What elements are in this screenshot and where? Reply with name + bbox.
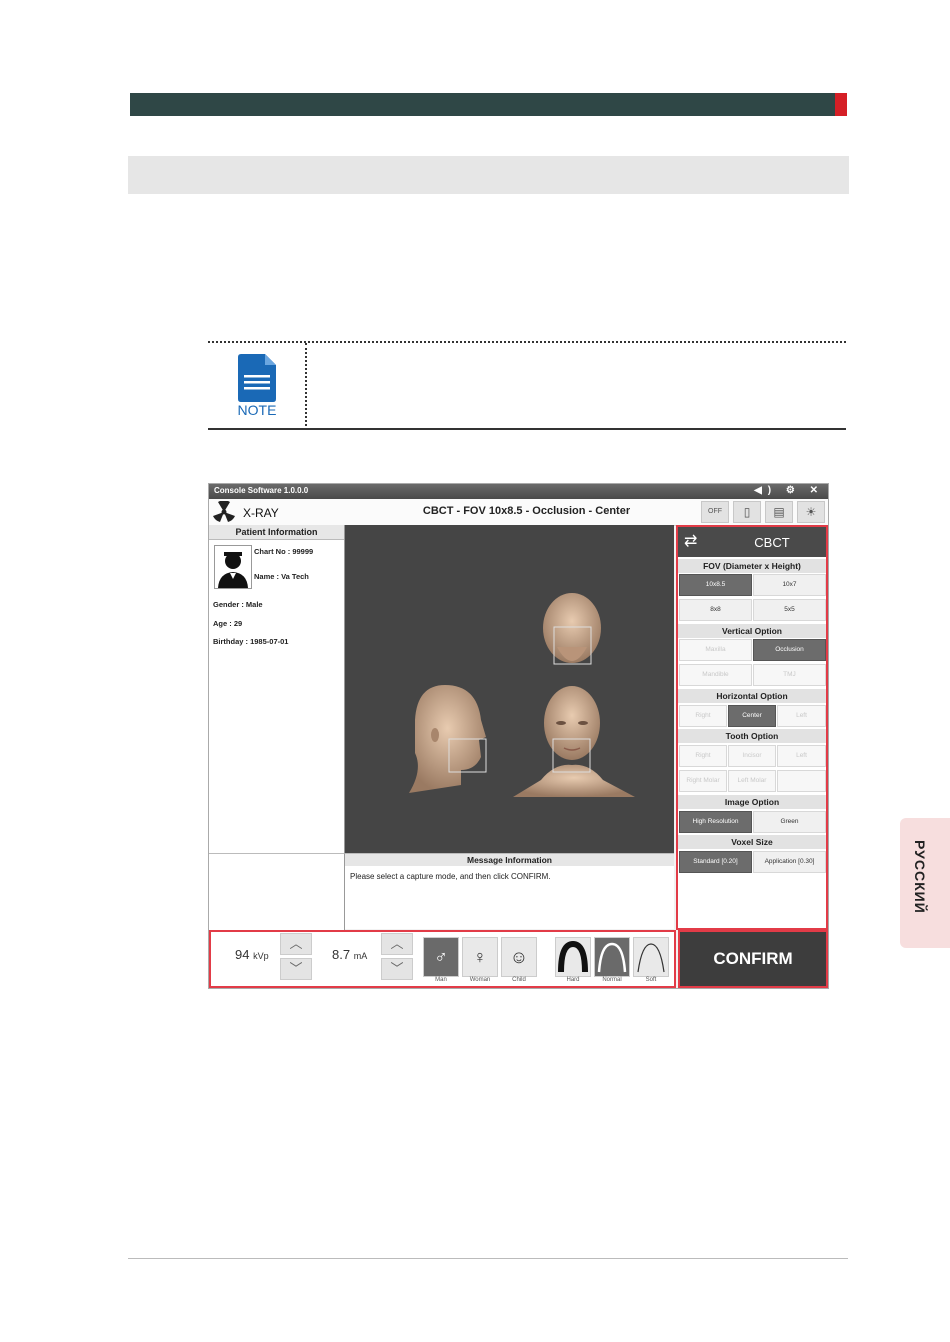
ma-up-button[interactable]: ︿ bbox=[381, 933, 413, 955]
window-titlebar: Console Software 1.0.0.0 ◀) ⚙ ✕ bbox=[209, 484, 828, 499]
arch-hard-icon[interactable] bbox=[555, 937, 591, 977]
note-label: NOTE bbox=[237, 402, 277, 418]
voxel-option-application[interactable]: Application [0.30] bbox=[753, 851, 826, 873]
image-option-high-resolution[interactable]: High Resolution bbox=[679, 811, 752, 833]
patient-info-panel: Patient Information Chart No : 99999 Nam… bbox=[209, 525, 345, 853]
kvp-readout: 94 kVp bbox=[235, 947, 269, 962]
child-icon[interactable]: ☺ bbox=[501, 937, 537, 977]
woman-label: Woman bbox=[469, 977, 491, 983]
arch-hard-shape bbox=[558, 940, 588, 973]
layers-icon[interactable]: ▤ bbox=[765, 501, 793, 523]
arch-normal-icon[interactable] bbox=[594, 937, 630, 977]
voxel-size-label: Voxel Size bbox=[678, 835, 826, 849]
patient-info-header: Patient Information bbox=[209, 525, 344, 540]
vertical-option-mandible[interactable]: Mandible bbox=[679, 664, 752, 686]
note-document-icon bbox=[238, 354, 276, 402]
patient-age: Age : 29 bbox=[213, 619, 243, 628]
ma-value: 8.7 bbox=[332, 947, 351, 962]
arch-soft-shape bbox=[637, 943, 665, 973]
language-tab-label: РУССКИЙ bbox=[912, 840, 928, 914]
capture-mode-label: CBCT bbox=[754, 535, 790, 550]
note-box bbox=[208, 341, 846, 430]
kvp-down-button[interactable]: ﹀ bbox=[280, 958, 312, 980]
trash-icon[interactable]: ▯ bbox=[733, 501, 761, 523]
header-bar-accent bbox=[835, 93, 847, 116]
tooth-option-incisor[interactable]: Incisor bbox=[728, 745, 776, 767]
top-view-head bbox=[543, 593, 601, 665]
fov-label: FOV (Diameter x Height) bbox=[678, 559, 826, 573]
footer-divider bbox=[128, 1258, 848, 1259]
kvp-unit: kVp bbox=[253, 951, 269, 961]
image-option-label: Image Option bbox=[678, 795, 826, 809]
voxel-option-standard[interactable]: Standard [0.20] bbox=[679, 851, 752, 873]
header-bar bbox=[130, 93, 835, 116]
man-label: Man bbox=[435, 977, 447, 983]
woman-icon[interactable]: ♀ bbox=[462, 937, 498, 977]
arch-normal-shape bbox=[597, 942, 627, 973]
head-model-illustration bbox=[409, 593, 635, 797]
tooth-option-label: Tooth Option bbox=[678, 729, 826, 743]
ma-readout: 8.7 mA bbox=[332, 947, 367, 962]
message-text: Please select a capture mode, and then c… bbox=[350, 872, 551, 881]
side-view-head bbox=[409, 685, 487, 793]
fov-option-8x8[interactable]: 8x8 bbox=[679, 599, 752, 621]
swap-mode-icon[interactable]: ⇄ bbox=[684, 531, 697, 551]
front-view-head bbox=[513, 686, 635, 797]
app-header: X-RAY CBCT - FOV 10x8.5 - Occlusion - Ce… bbox=[209, 499, 828, 526]
capture-mode-header: ⇄ CBCT bbox=[678, 527, 826, 557]
horizontal-option-label: Horizontal Option bbox=[678, 689, 826, 703]
tooth-option-left[interactable]: Left bbox=[777, 745, 826, 767]
empty-panel bbox=[209, 853, 345, 930]
vertical-option-label: Vertical Option bbox=[678, 624, 826, 638]
arch-soft-icon[interactable] bbox=[633, 937, 669, 977]
radiation-icon bbox=[213, 501, 235, 522]
module-label: X-RAY bbox=[243, 506, 279, 520]
arch-hard-label: Hard bbox=[566, 977, 580, 983]
exposure-controls: 94 kVp ︿ ﹀ 8.7 mA ︿ ﹀ ♂ Man ♀ Woman ☺ Ch… bbox=[209, 930, 676, 988]
kvp-value: 94 bbox=[235, 947, 250, 962]
arch-soft-label: Soft bbox=[645, 977, 657, 983]
vertical-option-maxilla[interactable]: Maxilla bbox=[679, 639, 752, 661]
off-button[interactable]: OFF bbox=[701, 501, 729, 523]
light-icon[interactable]: ☀ bbox=[797, 501, 825, 523]
note-divider bbox=[305, 343, 307, 426]
fov-preview-viewer bbox=[345, 525, 674, 853]
patient-birthday: Birthday : 1985-07-01 bbox=[213, 637, 289, 646]
message-info-header: Message Information bbox=[345, 853, 674, 867]
confirm-button[interactable]: CONFIRM bbox=[678, 930, 828, 988]
patient-name: Name : Va Tech bbox=[254, 572, 309, 581]
tooth-option-empty bbox=[777, 770, 826, 792]
fov-option-10x8.5[interactable]: 10x8.5 bbox=[679, 574, 752, 596]
arch-normal-label: Normal bbox=[602, 977, 622, 983]
image-option-green[interactable]: Green bbox=[753, 811, 826, 833]
capture-options-panel: ⇄ CBCT FOV (Diameter x Height) 10x8.5 10… bbox=[676, 525, 828, 930]
ma-unit: mA bbox=[353, 951, 368, 961]
language-tab: РУССКИЙ bbox=[900, 818, 950, 948]
titlebar-controls[interactable]: ◀) ⚙ ✕ bbox=[754, 485, 824, 496]
man-icon[interactable]: ♂ bbox=[423, 937, 459, 977]
patient-gender: Gender : Male bbox=[213, 600, 263, 609]
chart-no: Chart No : 99999 bbox=[254, 547, 314, 556]
section-band bbox=[128, 156, 849, 194]
tooth-option-right-molar[interactable]: Right Molar bbox=[679, 770, 727, 792]
fov-option-10x7[interactable]: 10x7 bbox=[753, 574, 826, 596]
capture-mode-title: CBCT - FOV 10x8.5 - Occlusion - Center bbox=[422, 505, 631, 517]
vertical-option-tmj[interactable]: TMJ bbox=[753, 664, 826, 686]
patient-avatar-icon bbox=[214, 545, 252, 589]
horizontal-option-left[interactable]: Left bbox=[777, 705, 826, 727]
message-info-body: Please select a capture mode, and then c… bbox=[345, 866, 674, 929]
horizontal-option-center[interactable]: Center bbox=[728, 705, 776, 727]
tooth-option-left-molar[interactable]: Left Molar bbox=[728, 770, 776, 792]
window-title: Console Software 1.0.0.0 bbox=[214, 486, 309, 495]
horizontal-option-right[interactable]: Right bbox=[679, 705, 727, 727]
ma-down-button[interactable]: ﹀ bbox=[381, 958, 413, 980]
vertical-option-occlusion[interactable]: Occlusion bbox=[753, 639, 826, 661]
console-window: Console Software 1.0.0.0 ◀) ⚙ ✕ X-RAY CB… bbox=[208, 483, 829, 989]
kvp-up-button[interactable]: ︿ bbox=[280, 933, 312, 955]
tooth-option-right[interactable]: Right bbox=[679, 745, 727, 767]
fov-option-5x5[interactable]: 5x5 bbox=[753, 599, 826, 621]
child-label: Child bbox=[512, 977, 526, 983]
